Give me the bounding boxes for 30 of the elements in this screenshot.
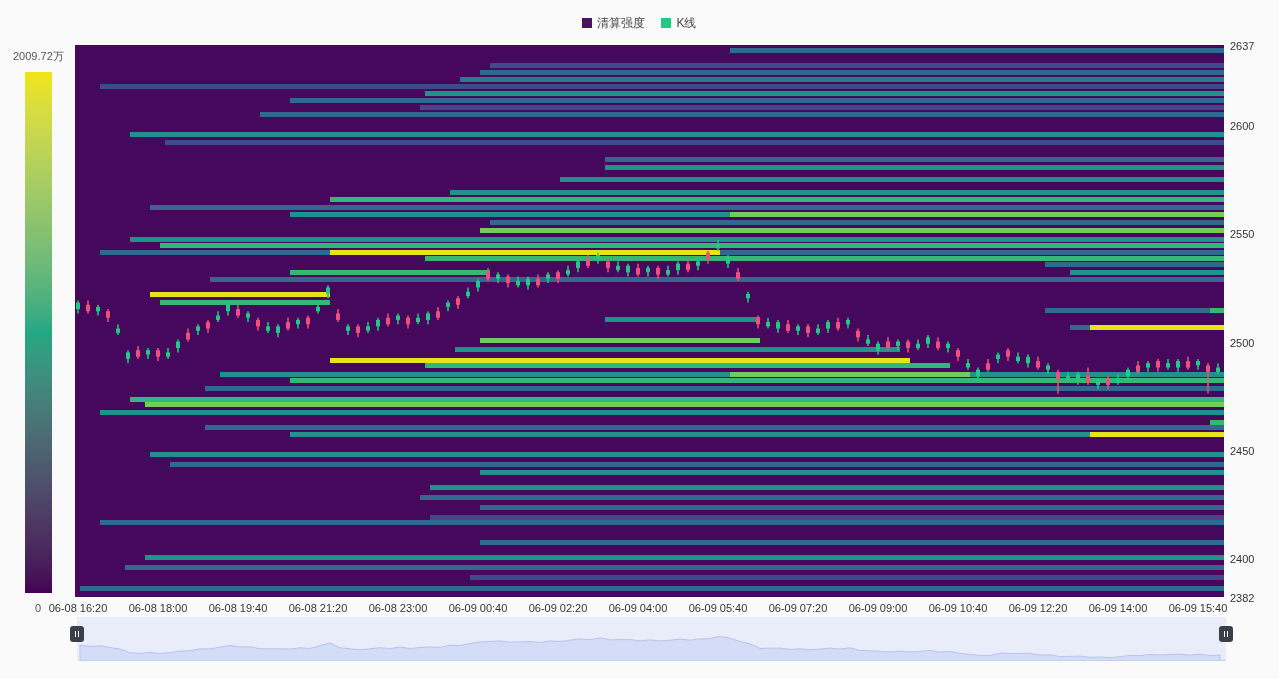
y-axis-label: 2450 [1230, 443, 1255, 459]
y-axis-label: 2500 [1230, 335, 1255, 351]
y-axis-label: 2600 [1230, 119, 1255, 135]
x-axis-label: 06-08 16:20 [48, 601, 108, 616]
candlestick [1056, 368, 1060, 395]
x-axis-label: 06-09 12:20 [1008, 601, 1068, 616]
x-axis-label: 06-09 14:00 [1088, 601, 1148, 616]
x-axis-label: 06-08 18:00 [128, 601, 188, 616]
x-axis-label: 06-08 23:00 [368, 601, 428, 616]
x-axis-label: 06-08 21:20 [288, 601, 348, 616]
x-axis-label: 06-09 04:00 [608, 601, 668, 616]
x-axis-label: 06-09 15:40 [1168, 601, 1228, 616]
y-axis-label: 2550 [1230, 227, 1255, 243]
x-axis-label: 06-09 00:40 [448, 601, 508, 616]
y-axis-label: 2400 [1230, 552, 1255, 568]
x-axis-label: 06-09 09:00 [848, 601, 908, 616]
color-scale-max-label: 2009.72万 [13, 49, 64, 64]
legend-label[interactable]: K线 [676, 14, 697, 32]
candlestick [1206, 362, 1210, 395]
y-axis-label: 2382 [1230, 591, 1255, 606]
slider-handle-icon[interactable] [1219, 626, 1233, 642]
color-scale-min-label: 0 [35, 601, 42, 616]
x-axis-label: 06-09 10:40 [928, 601, 988, 616]
x-axis-label: 06-09 05:40 [688, 601, 748, 616]
x-axis-label: 06-09 07:20 [768, 601, 828, 616]
y-axis-label: 2637 [1230, 39, 1255, 54]
slider-handle-icon[interactable] [70, 626, 84, 642]
x-axis-label: 06-08 19:40 [208, 601, 268, 616]
legend-label[interactable]: 清算强度 [597, 14, 646, 32]
x-axis-label: 06-09 02:20 [528, 601, 588, 616]
